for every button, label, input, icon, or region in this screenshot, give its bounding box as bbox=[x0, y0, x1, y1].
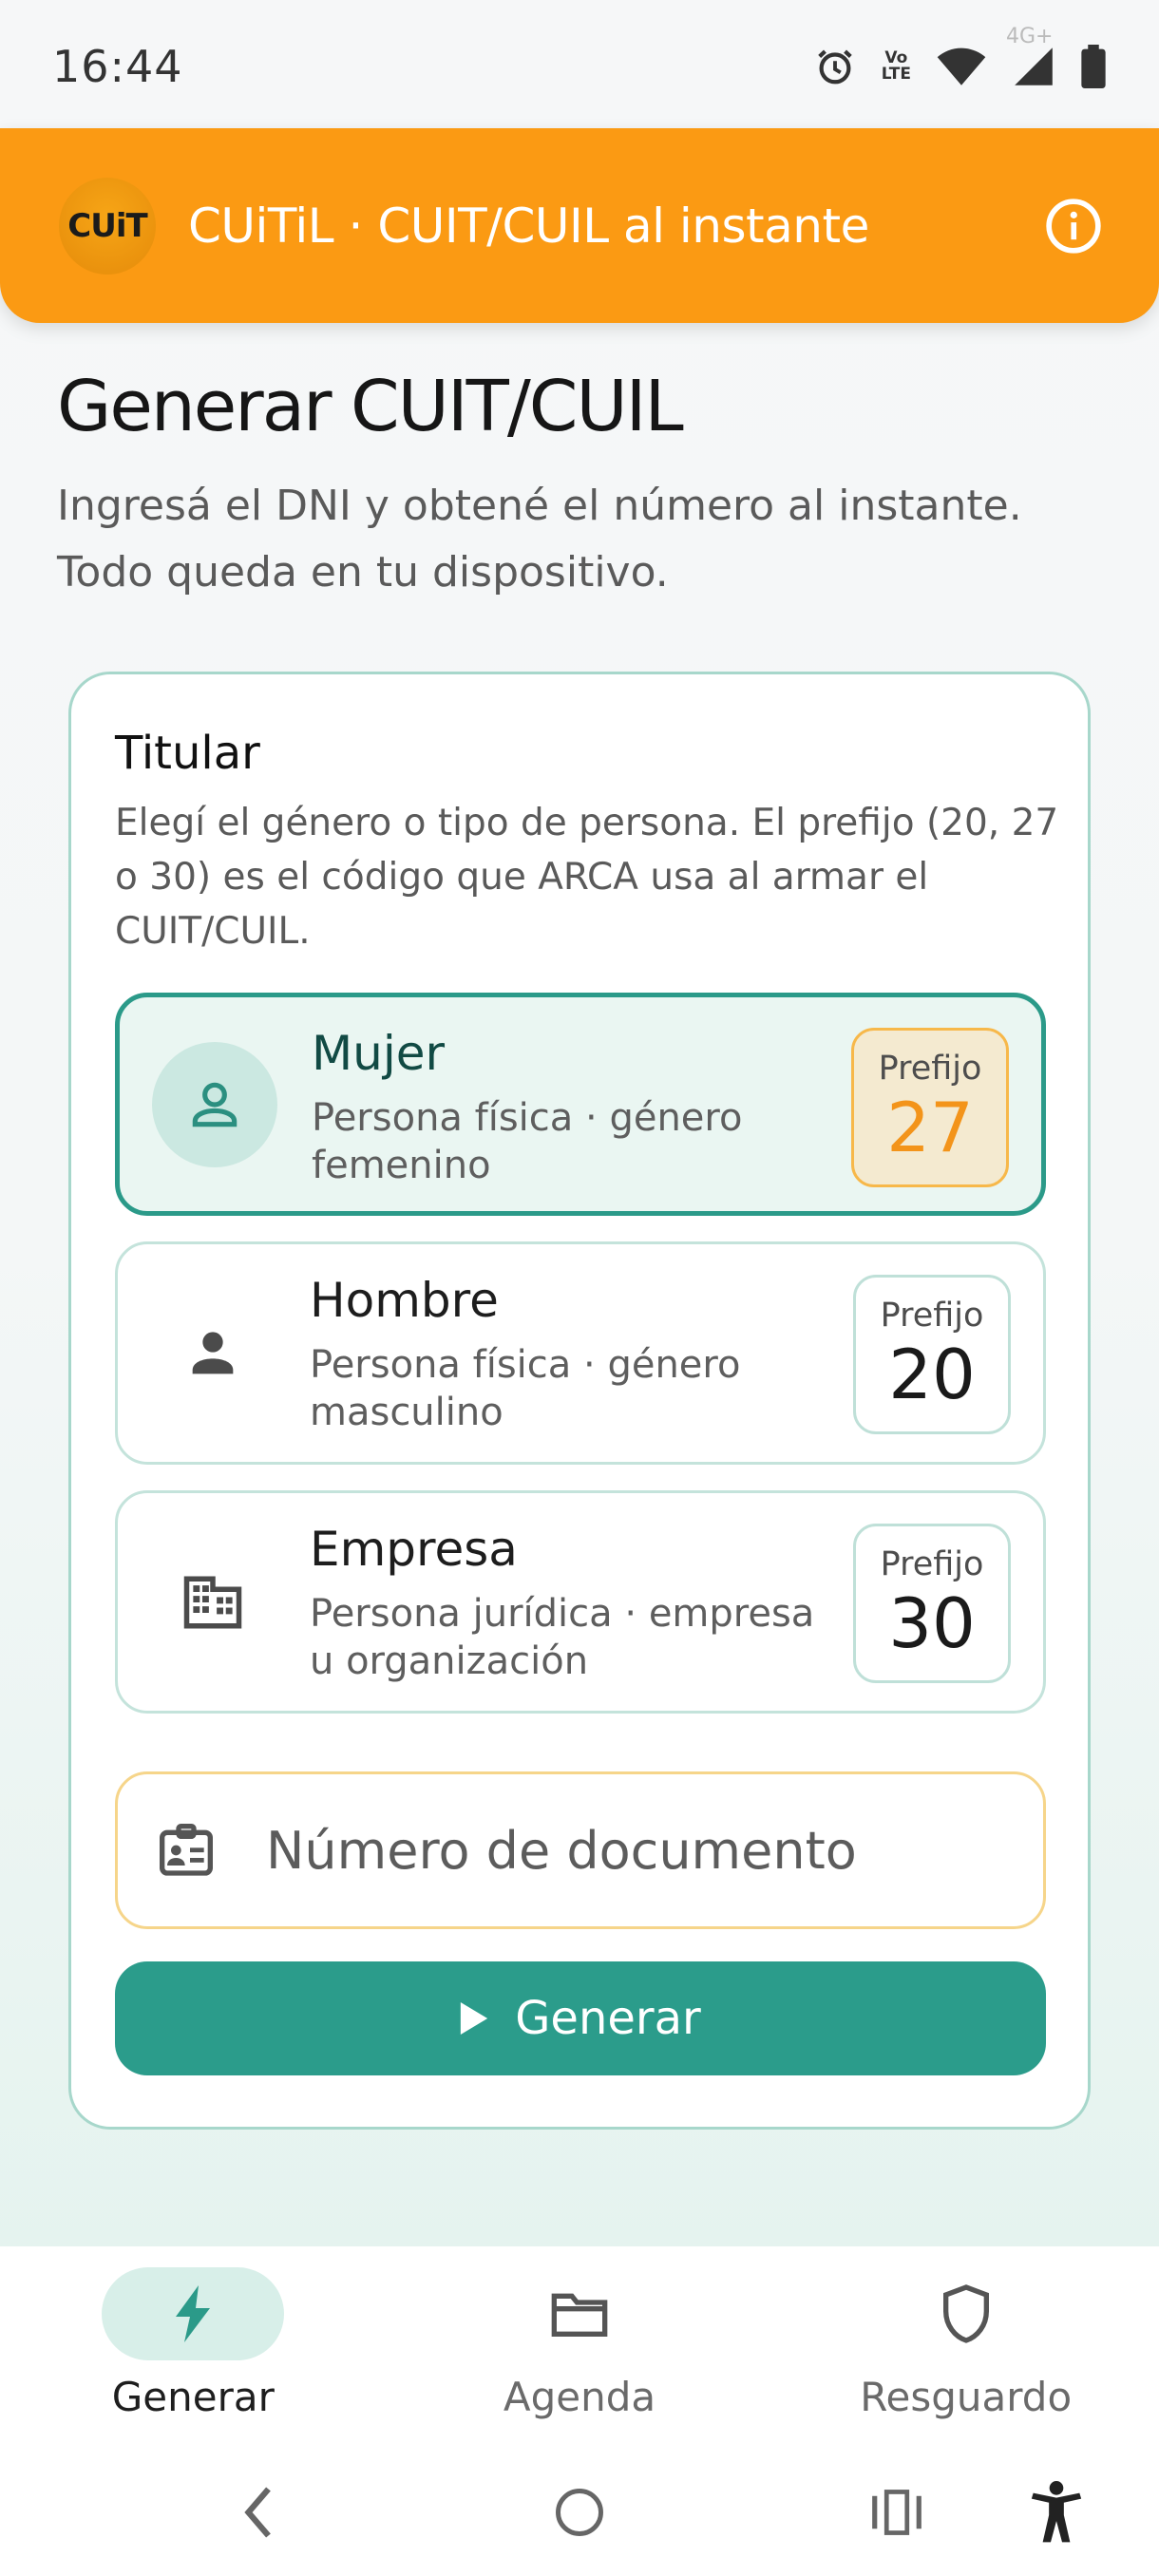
prefix-value: 30 bbox=[888, 1583, 976, 1663]
recents-button[interactable] bbox=[859, 2474, 935, 2550]
person-icon bbox=[150, 1291, 276, 1416]
volte-icon: Vo LTE bbox=[882, 50, 911, 83]
option-name: Empresa bbox=[310, 1522, 518, 1577]
option-empresa[interactable]: Empresa Persona jurídica · empresa u org… bbox=[115, 1490, 1046, 1714]
page-title: Generar CUIT/CUIL bbox=[57, 366, 684, 447]
prefix-label: Prefijo bbox=[878, 1050, 982, 1088]
nav-pill bbox=[875, 2267, 1057, 2360]
play-icon bbox=[461, 2002, 488, 2035]
accessibility-icon bbox=[1031, 2481, 1082, 2543]
bottom-navigation: Generar Agenda Resguardo bbox=[0, 2246, 1159, 2446]
nav-label: Generar bbox=[111, 2374, 275, 2420]
card-title: Titular bbox=[115, 727, 260, 780]
home-icon bbox=[556, 2489, 603, 2536]
nav-item-generar[interactable]: Generar bbox=[0, 2246, 387, 2446]
prefix-label: Prefijo bbox=[880, 1297, 984, 1335]
nav-item-resguardo[interactable]: Resguardo bbox=[772, 2246, 1159, 2446]
titular-card: Titular Elegí el género o tipo de person… bbox=[68, 672, 1091, 2130]
nav-item-agenda[interactable]: Agenda bbox=[387, 2246, 773, 2446]
generate-button[interactable]: Generar bbox=[115, 1961, 1046, 2075]
folder-icon bbox=[551, 2293, 608, 2337]
option-description: Persona jurídica · empresa u organizació… bbox=[310, 1592, 815, 1683]
nav-pill bbox=[102, 2267, 285, 2360]
app-bar: CUiT CUiTiL · CUIT/CUIL al instante bbox=[0, 128, 1159, 323]
alarm-icon bbox=[813, 45, 857, 88]
back-button[interactable] bbox=[220, 2474, 296, 2550]
bolt-icon bbox=[176, 2285, 211, 2342]
cell-signal-icon: 4G+ bbox=[1006, 25, 1055, 87]
network-type-label: 4G+ bbox=[1006, 25, 1054, 48]
battery-icon bbox=[1080, 45, 1107, 88]
option-name: Mujer bbox=[312, 1026, 446, 1081]
option-hombre[interactable]: Hombre Persona física · género masculino… bbox=[115, 1241, 1046, 1465]
page-subtitle: Ingresá el DNI y obtené el número al ins… bbox=[57, 482, 1022, 597]
nav-label: Resguardo bbox=[860, 2374, 1073, 2420]
option-mujer[interactable]: Mujer Persona física · género femenino P… bbox=[115, 993, 1046, 1216]
building-icon bbox=[150, 1540, 276, 1665]
nav-pill bbox=[488, 2267, 671, 2360]
prefix-badge: Prefijo 30 bbox=[853, 1524, 1011, 1683]
prefix-badge: Prefijo 27 bbox=[851, 1028, 1009, 1187]
shield-icon bbox=[942, 2284, 989, 2343]
card-description: Elegí el género o tipo de persona. El pr… bbox=[115, 802, 1059, 953]
nav-label: Agenda bbox=[503, 2374, 656, 2420]
option-description: Persona física · género femenino bbox=[312, 1096, 743, 1187]
system-navigation-bar bbox=[0, 2446, 1159, 2576]
prefix-value: 27 bbox=[886, 1088, 974, 1167]
id-badge-icon bbox=[156, 1820, 217, 1881]
prefix-value: 20 bbox=[888, 1335, 976, 1414]
person-outline-icon bbox=[152, 1041, 277, 1167]
app-title: CUiTiL · CUIT/CUIL al instante bbox=[188, 198, 869, 254]
app-logo: CUiT bbox=[59, 177, 156, 275]
document-number-input[interactable] bbox=[266, 1820, 988, 1881]
back-icon bbox=[244, 2487, 271, 2538]
prefix-badge: Prefijo 20 bbox=[853, 1275, 1011, 1434]
accessibility-button[interactable] bbox=[1018, 2474, 1094, 2550]
prefix-label: Prefijo bbox=[880, 1545, 984, 1583]
document-field[interactable] bbox=[115, 1771, 1046, 1929]
info-icon bbox=[1046, 198, 1101, 254]
home-button[interactable] bbox=[542, 2474, 618, 2550]
volte-label-bottom: LTE bbox=[881, 65, 911, 84]
status-icons: Vo LTE 4G+ bbox=[813, 25, 1107, 88]
generate-button-label: Generar bbox=[515, 1992, 701, 2045]
option-name: Hombre bbox=[310, 1273, 499, 1328]
info-button[interactable] bbox=[1043, 196, 1104, 256]
option-description: Persona física · género masculino bbox=[310, 1343, 741, 1434]
wifi-icon bbox=[936, 46, 987, 87]
recents-icon bbox=[872, 2490, 922, 2535]
status-time: 16:44 bbox=[52, 41, 183, 92]
status-bar: 16:44 Vo LTE 4G+ bbox=[0, 0, 1159, 133]
